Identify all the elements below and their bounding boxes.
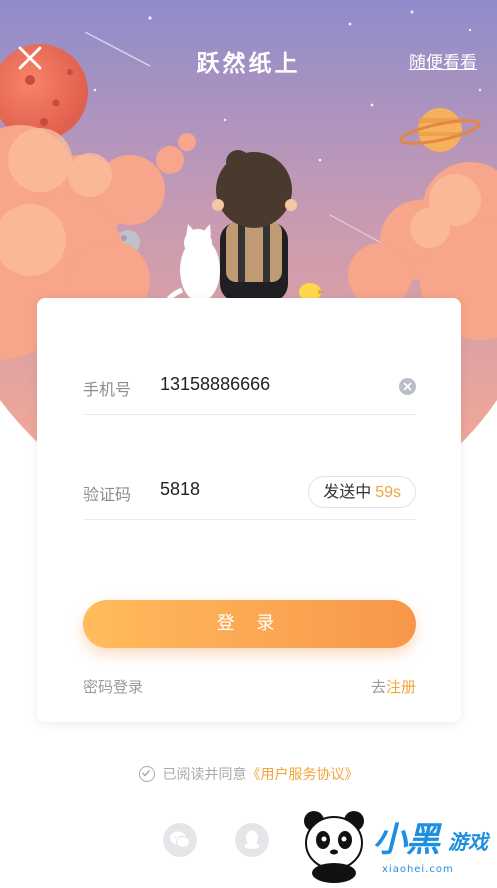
wechat-login-button[interactable] xyxy=(163,823,197,857)
clear-phone-button[interactable] xyxy=(399,378,416,395)
browse-link[interactable]: 随便看看 xyxy=(409,48,477,73)
agree-checkbox[interactable] xyxy=(138,766,155,782)
agreement: 已阅读并同意《用户服务协议》 xyxy=(0,764,497,784)
agreement-text: 已阅读并同意 xyxy=(162,767,247,783)
register-text: 去注册 xyxy=(371,676,416,697)
panda-logo-icon xyxy=(300,807,370,883)
code-label: 验证码 xyxy=(83,485,132,504)
clear-icon xyxy=(403,382,412,391)
send-code-button[interactable]: 发送中 59s xyxy=(308,476,416,508)
watermark-brand: 小黑 xyxy=(373,820,440,860)
code-input[interactable] xyxy=(160,479,280,500)
user-agreement-link[interactable]: 《用户服务协议》 xyxy=(247,767,359,783)
top-bar: 跃然纸上 随便看看 xyxy=(0,0,497,120)
register-link[interactable]: 注册 xyxy=(386,678,416,696)
login-button[interactable]: 登 录 xyxy=(83,600,416,648)
password-login-link[interactable]: 密码登录 xyxy=(83,676,143,697)
phone-input[interactable] xyxy=(160,374,380,395)
code-row: 验证码 发送中59s xyxy=(83,463,416,520)
check-icon xyxy=(141,769,150,777)
watermark-brand-suffix: 游戏 xyxy=(448,830,488,854)
watermark-domain: xiaohei.com xyxy=(382,864,454,875)
login-card: 手机号 验证码 发送中59s 登 录 密码登录 去注册 xyxy=(37,298,461,722)
wechat-icon xyxy=(170,831,190,848)
phone-label: 手机号 xyxy=(83,380,132,399)
qq-icon xyxy=(244,830,260,849)
register-prefix: 去 xyxy=(370,678,386,696)
countdown-text: 59s xyxy=(375,484,401,501)
qq-login-button[interactable] xyxy=(235,823,269,857)
phone-row: 手机号 xyxy=(83,358,416,415)
send-code-label: 发送中 xyxy=(323,482,372,501)
